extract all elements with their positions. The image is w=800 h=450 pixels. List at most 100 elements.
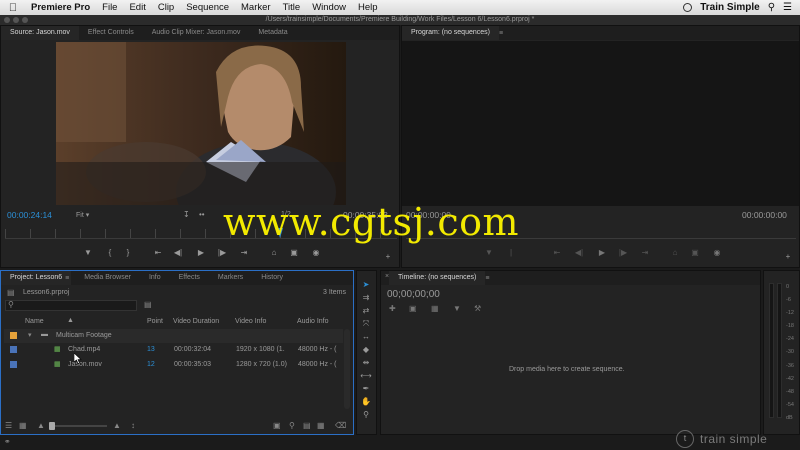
col-video-info[interactable]: Video Info [235, 318, 266, 325]
tab-media-browser[interactable]: Media Browser [75, 271, 140, 285]
export-frame-icon[interactable]: ↧ [183, 210, 190, 219]
fit-dropdown[interactable]: Fit ▾ [76, 211, 89, 219]
zoom-slider-handle[interactable] [49, 422, 55, 430]
project-search-input[interactable]: ⚲ [5, 300, 137, 311]
rate-stretch-tool-icon[interactable]: ↔ [360, 331, 372, 342]
col-point[interactable]: Point [147, 318, 163, 325]
icon-view-icon[interactable]: ▦ [19, 421, 27, 430]
program-step-forward-icon[interactable]: |▶ [618, 248, 628, 258]
zoom-slider[interactable] [49, 422, 107, 430]
step-back-icon[interactable]: ◀| [173, 248, 183, 258]
play-icon[interactable]: ▶ [196, 248, 206, 258]
overwrite-icon[interactable]: ▣ [289, 248, 299, 258]
tab-markers[interactable]: Markers [209, 271, 252, 285]
selection-tool-icon[interactable]: ➤ [360, 279, 372, 290]
tab-info[interactable]: Info [140, 271, 170, 285]
search-icon[interactable]: ⚲ [768, 2, 775, 13]
new-bin-icon[interactable]: ▤ [303, 421, 311, 430]
status-icon[interactable]: ⚭ [4, 437, 11, 446]
hand-tool-icon[interactable]: ✋ [360, 396, 372, 407]
menu-window[interactable]: Window [307, 2, 353, 13]
disclosure-triangle-icon[interactable]: ▾ [28, 331, 32, 339]
new-bin-from-search-icon[interactable]: ▤ [144, 300, 152, 309]
ripple-edit-tool-icon[interactable]: ⇄ [360, 305, 372, 316]
menubar-right-label[interactable]: Train Simple [700, 2, 759, 13]
menu-file[interactable]: File [97, 2, 124, 13]
list-icon[interactable]: ☰ [783, 2, 792, 13]
linked-selection-icon[interactable]: ▦ [431, 304, 439, 313]
wrench-icon[interactable]: ⚒ [474, 304, 481, 313]
program-step-back-icon[interactable]: ◀| [574, 248, 584, 258]
automate-to-sequence-icon[interactable]: ▣ [273, 421, 281, 430]
program-go-to-out-icon[interactable]: ⇥ [640, 248, 650, 258]
menu-marker[interactable]: Marker [236, 2, 278, 13]
insert-icon[interactable]: ⌂ [269, 248, 279, 258]
zoom-in-icon[interactable]: ▲ [113, 421, 121, 430]
col-name[interactable]: Name [25, 318, 44, 325]
go-to-in-icon[interactable]: ⇤ [153, 248, 163, 258]
project-tab-menu-icon[interactable]: ≡ [65, 275, 69, 282]
project-row-clip[interactable]: ▦ Chad.mp4 13 00:00:32:04 1920 x 1080 (1… [4, 343, 343, 357]
menu-title[interactable]: Title [278, 2, 308, 13]
minimize-window-button[interactable] [13, 17, 19, 23]
go-to-out-icon[interactable]: ⇥ [239, 248, 249, 258]
mark-in-icon[interactable]: { [105, 248, 115, 258]
label-color-swatch[interactable] [10, 332, 17, 339]
program-mark-in-icon[interactable]: | [506, 248, 516, 258]
menu-edit[interactable]: Edit [124, 2, 152, 13]
tab-project[interactable]: Project: Lesson6 [1, 271, 72, 285]
program-play-icon[interactable]: ▶ [597, 248, 607, 258]
track-select-tool-icon[interactable]: ⇉ [360, 292, 372, 303]
tab-source[interactable]: Source: Jason.mov [1, 26, 79, 40]
program-add-marker-icon[interactable]: ▼ [484, 248, 494, 258]
sort-asc-icon[interactable]: ▲ [67, 317, 74, 324]
list-view-icon[interactable]: ☰ [5, 421, 12, 430]
slip-tool-icon[interactable]: ⇹ [360, 357, 372, 368]
timeline-add-marker-icon[interactable]: ▼ [453, 304, 461, 313]
export-frame-button-icon[interactable]: ◉ [311, 248, 321, 258]
tab-audio-clip-mixer[interactable]: Audio Clip Mixer: Jason.mov [143, 26, 250, 40]
snap-icon[interactable]: ✚ [389, 304, 396, 313]
source-timecode[interactable]: 00:00:24:14 [7, 210, 52, 220]
tab-program[interactable]: Program: (no sequences) [402, 26, 499, 40]
project-row-clip[interactable]: ▦ Jason.mov 12 00:00:35:03 1280 x 720 (1… [4, 358, 343, 372]
settings-icon[interactable]: •• [199, 210, 205, 219]
label-color-swatch[interactable] [10, 361, 17, 368]
close-window-button[interactable] [4, 17, 10, 23]
timeline-timecode[interactable]: 00;00;00;00 [387, 289, 440, 300]
zoom-out-icon[interactable]: ▲ [37, 421, 45, 430]
timeline-tab-menu-icon[interactable]: ≡ [485, 275, 489, 282]
nest-icon[interactable]: ▣ [409, 304, 417, 313]
program-tab-menu-icon[interactable]: ≡ [499, 30, 503, 37]
tab-effect-controls[interactable]: Effect Controls [79, 26, 143, 40]
close-tab-icon[interactable]: × [385, 273, 389, 280]
pen-tool-icon[interactable]: ✒ [360, 383, 372, 394]
label-color-swatch[interactable] [10, 346, 17, 353]
menu-help[interactable]: Help [353, 2, 385, 13]
project-scrollbar[interactable] [344, 329, 350, 409]
clear-icon[interactable]: ⌫ [335, 421, 346, 430]
user-icon[interactable] [683, 3, 693, 12]
apple-icon[interactable]:  [0, 2, 26, 14]
rolling-edit-tool-icon[interactable]: ⤧ [360, 318, 372, 329]
razor-tool-icon[interactable]: ◆ [360, 344, 372, 355]
col-audio-info[interactable]: Audio Info [297, 318, 329, 325]
zoom-tool-icon[interactable]: ⚲ [360, 409, 372, 420]
project-row-folder[interactable]: ▾ ▬ Multicam Footage [4, 329, 343, 343]
tab-metadata[interactable]: Metadata [249, 26, 296, 40]
mark-out-icon[interactable]: } [123, 248, 133, 258]
tab-effects[interactable]: Effects [170, 271, 209, 285]
col-video-duration[interactable]: Video Duration [173, 318, 219, 325]
find-icon[interactable]: ⚲ [289, 421, 295, 430]
menu-sequence[interactable]: Sequence [181, 2, 236, 13]
lift-icon[interactable]: ⌂ [670, 248, 680, 258]
source-add-button-icon[interactable]: + [383, 252, 393, 262]
tab-timeline[interactable]: Timeline: (no sequences) [389, 271, 486, 285]
zoom-window-button[interactable] [22, 17, 28, 23]
new-item-icon[interactable]: ▦ [317, 421, 325, 430]
program-export-frame-icon[interactable]: ◉ [712, 248, 722, 258]
step-forward-icon[interactable]: |▶ [217, 248, 227, 258]
menu-clip[interactable]: Clip [153, 2, 181, 13]
program-add-button-icon[interactable]: + [783, 252, 793, 262]
menu-app[interactable]: Premiere Pro [26, 2, 97, 13]
